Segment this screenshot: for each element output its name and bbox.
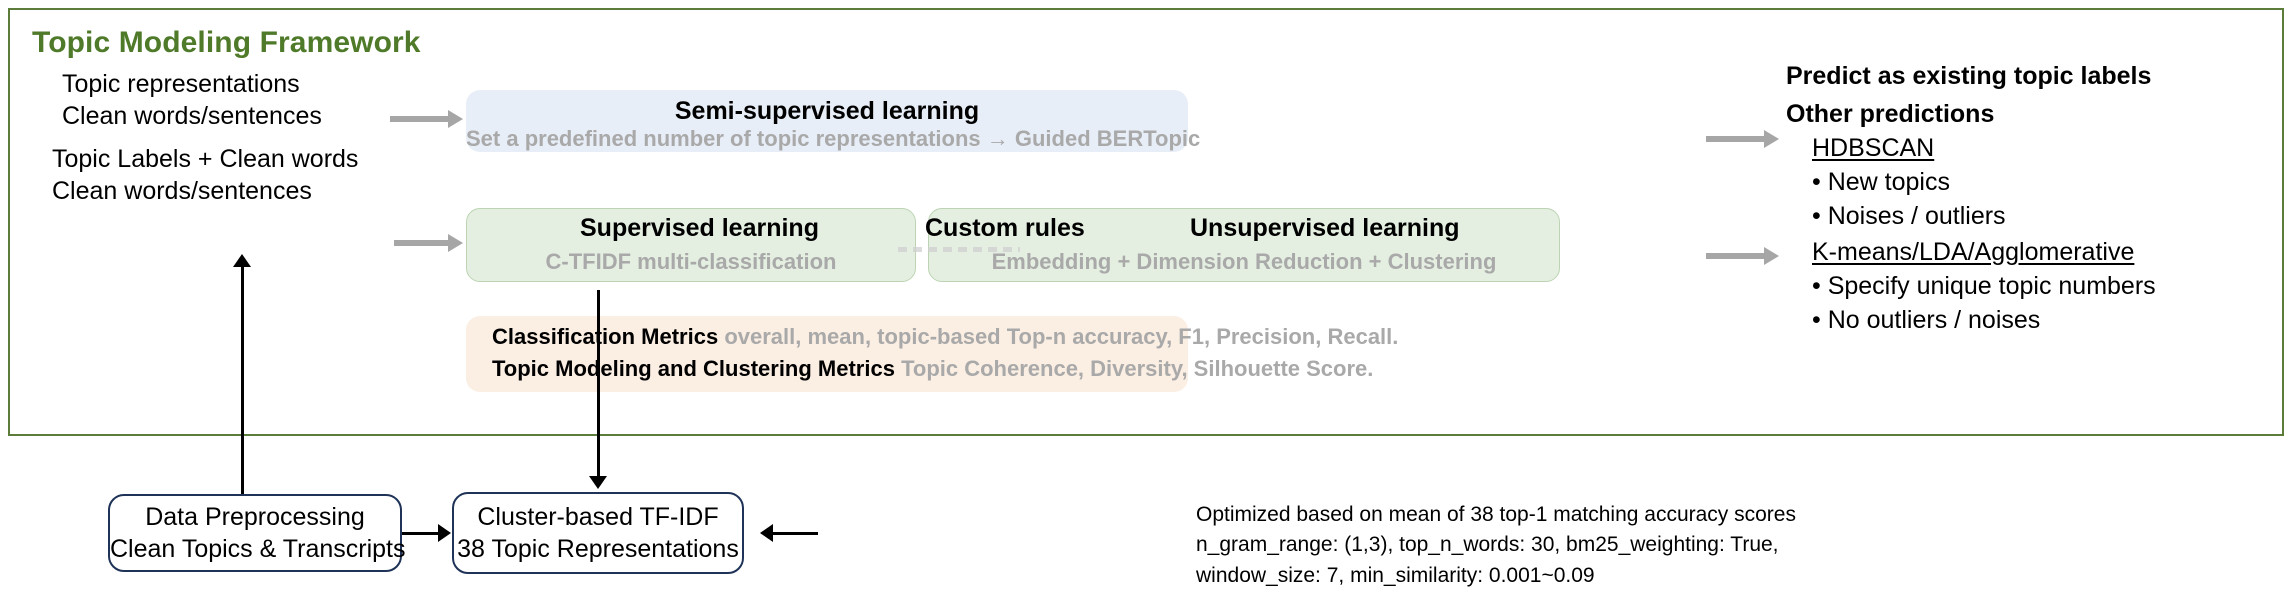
input-block-topic-labels: Topic Labels + Clean words Clean words/s… [52,143,358,207]
metrics-row-value: overall, mean, topic-based Top-n accurac… [724,324,1399,349]
data-preprocessing-box[interactable]: Data Preprocessing Clean Topics & Transc… [108,494,406,572]
connector-preproc-to-supervised [241,262,244,494]
metrics-row-value: Topic Coherence, Diversity, Silhouette S… [901,356,1374,381]
custom-rules-title: Custom rules [925,214,1085,242]
output-other-predictions: Other predictions [1786,100,1995,128]
cluster-tfidf-box[interactable]: Cluster-based TF-IDF 38 Topic Representa… [452,492,744,574]
input-line-1: Topic Labels + Clean words [52,145,359,173]
output-item: • New topics [1812,168,1950,196]
framework-title: Topic Modeling Framework [32,26,421,59]
connector-notes-to-ctfidf [772,532,818,535]
arrowhead-notes-to-ctfidf-icon [760,524,773,542]
ctfidf-line-1: Cluster-based TF-IDF [477,502,719,531]
output-item: • Noises / outliers [1812,202,2006,230]
notes-line-2: n_gram_range: (1,3), top_n_words: 30, bm… [1196,533,1779,557]
notes-line-3: window_size: 7, min_similarity: 0.001~0.… [1196,563,1595,587]
arrow-input-to-supervised-icon [394,234,463,252]
input-line-2: Clean words/sentences [52,177,312,205]
connector-metrics-to-ctfidf [597,290,600,478]
metrics-row: Classification Metrics overall, mean, to… [492,324,1398,350]
output-group-kmeans: K-means/LDA/Agglomerative [1812,238,2135,266]
unsupervised-learning-title: Unsupervised learning [1190,214,1460,242]
semi-supervised-subtitle: Set a predefined number of topic represe… [466,126,1201,151]
connector-preproc-to-ctfidf [402,532,440,535]
arrowhead-preproc-to-ctfidf-icon [438,524,451,542]
preprocessing-line-2: Clean Topics & Transcripts [110,535,406,563]
metrics-row-label: Topic Modeling and Clustering Metrics [492,356,895,381]
metrics-box[interactable]: Classification Metrics overall, mean, to… [466,316,1398,392]
input-block-topic-representations: Topic representations Clean words/senten… [62,68,322,132]
ctfidf-line-2: 38 Topic Representations [457,535,739,563]
unsupervised-subtitle: Embedding + Dimension Reduction + Cluste… [991,249,1497,274]
input-line-1: Topic representations [62,70,300,98]
supervised-subtitle: C-TFIDF multi-classification [545,249,837,274]
metrics-row-label: Classification Metrics [492,324,719,349]
arrowhead-preproc-to-supervised-icon [233,254,251,267]
arrow-unsup-to-output-icon [1706,247,1779,265]
optimization-notes: Optimized based on mean of 38 top-1 matc… [1196,500,1796,591]
input-line-2: Clean words/sentences [62,102,322,130]
output-predict-existing: Predict as existing topic labels [1786,62,2152,90]
output-group-hdbscan: HDBSCAN [1812,134,1935,162]
semi-supervised-title: Semi-supervised learning [674,97,980,125]
notes-line-1: Optimized based on mean of 38 top-1 matc… [1196,503,1796,526]
preprocessing-line-1: Data Preprocessing [145,502,365,531]
semi-supervised-box[interactable]: Semi-supervised learning Set a predefine… [466,90,1201,152]
arrow-semi-to-output-icon [1706,130,1779,148]
output-item: • No outliers / noises [1812,306,2041,334]
metrics-row: Topic Modeling and Clustering Metrics To… [492,356,1373,382]
output-item: • Specify unique topic numbers [1812,272,2156,300]
arrow-input-to-semi-icon [390,110,463,128]
supervised-learning-title: Supervised learning [580,214,819,242]
erased-text-artifact [898,247,1020,252]
arrowhead-metrics-to-ctfidf-icon [589,476,607,489]
